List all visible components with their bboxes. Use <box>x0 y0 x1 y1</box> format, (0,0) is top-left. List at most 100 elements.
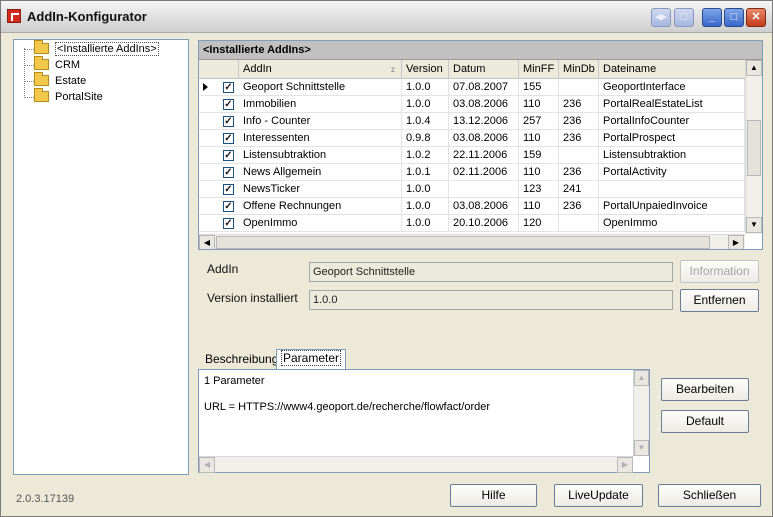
header-dateiname[interactable]: Dateiname <box>599 60 745 79</box>
cell-minff: 110 <box>519 130 559 147</box>
app-icon <box>7 9 21 23</box>
tree-item-estate[interactable]: Estate <box>34 72 86 89</box>
category-tree[interactable]: <Installierte AddIns> CRM Estate PortalS… <box>13 39 189 475</box>
cell-minff: 120 <box>519 215 559 232</box>
tree-item-installed-addins[interactable]: <Installierte AddIns> <box>34 40 159 57</box>
cell-mindb: 236 <box>559 164 599 181</box>
table-row[interactable]: ✓ Geoport Schnittstelle 1.0.0 07.08.2007 155… <box>199 79 745 96</box>
addins-grid[interactable]: <Installierte AddIns> AddIn z Version Dat… <box>198 40 763 250</box>
version-text: 2.0.3.17139 <box>16 493 75 505</box>
cell-mindb <box>559 147 599 164</box>
tree-item-portalsite[interactable]: PortalSite <box>34 88 103 105</box>
table-row[interactable]: ✓ News Allgemein 1.0.1 02.11.2006 110 236 Port… <box>199 164 745 181</box>
parameter-line[interactable]: URL = HTTPS://www4.geoport.de/recherche/… <box>204 401 490 413</box>
folder-icon <box>34 88 49 102</box>
enabled-checkbox[interactable]: ✓ <box>223 150 234 161</box>
enabled-checkbox[interactable]: ✓ <box>223 184 234 195</box>
help-context-icon: ◂▸ <box>651 8 671 27</box>
cell-minff: 110 <box>519 164 559 181</box>
close-dialog-button[interactable]: Schließen <box>658 484 761 507</box>
scroll-left-icon[interactable]: ◀ <box>199 457 215 473</box>
grid-caption: <Installierte AddIns> <box>199 41 762 60</box>
addin-field: Geoport Schnittstelle <box>309 262 673 282</box>
tree-item-crm[interactable]: CRM <box>34 56 80 73</box>
table-row[interactable]: ✓ NewsTicker 1.0.0 123 241 <box>199 181 745 198</box>
header-datum[interactable]: Datum <box>449 60 519 79</box>
cell-addin: OpenImmo <box>239 215 402 232</box>
cell-version: 1.0.4 <box>402 113 449 130</box>
folder-icon <box>34 40 49 54</box>
cell-mindb <box>559 215 599 232</box>
cell-version: 1.0.2 <box>402 147 449 164</box>
cell-version: 1.0.0 <box>402 198 449 215</box>
close-button[interactable]: ✕ <box>746 8 766 27</box>
table-row[interactable]: ✓ Interessenten 0.9.8 03.08.2006 110 236 Porta… <box>199 130 745 147</box>
liveupdate-button[interactable]: LiveUpdate <box>554 484 643 507</box>
cell-mindb: 241 <box>559 181 599 198</box>
default-button[interactable]: Default <box>661 410 749 433</box>
header-version[interactable]: Version <box>402 60 449 79</box>
cell-mindb: 236 <box>559 113 599 130</box>
help-button[interactable]: Hilfe <box>450 484 537 507</box>
title-bar[interactable]: AddIn-Konfigurator ◂▸ □ _ □ ✕ <box>1 1 772 33</box>
tab-parameter[interactable]: Parameter <box>276 349 347 370</box>
restore-disabled-icon: □ <box>674 8 694 27</box>
maximize-button[interactable]: □ <box>724 8 744 27</box>
scroll-up-icon[interactable]: ▲ <box>746 60 762 76</box>
table-row[interactable]: ✓ Offene Rechnungen 1.0.0 03.08.2006 110 236 P… <box>199 198 745 215</box>
cell-addin: Interessenten <box>239 130 402 147</box>
table-row[interactable]: ✓ Listensubtraktion 1.0.2 22.11.2006 159 List… <box>199 147 745 164</box>
parameter-horizontal-scrollbar[interactable]: ◀ ▶ <box>199 456 633 473</box>
parameter-count: 1 Parameter <box>204 375 265 387</box>
version-label: Version installiert <box>207 291 298 305</box>
scroll-right-icon[interactable]: ▶ <box>617 457 633 473</box>
scroll-down-icon[interactable]: ▼ <box>746 217 762 233</box>
cell-datum: 22.11.2006 <box>449 147 519 164</box>
grid-vertical-scrollbar[interactable]: ▲ ▼ <box>745 60 762 234</box>
minimize-button[interactable]: _ <box>702 8 722 27</box>
edit-button[interactable]: Bearbeiten <box>661 378 749 401</box>
header-addin[interactable]: AddIn z <box>239 60 402 79</box>
scroll-down-icon[interactable]: ▼ <box>634 440 649 456</box>
version-field: 1.0.0 <box>309 290 673 310</box>
addin-label: AddIn <box>207 262 239 276</box>
header-mindb[interactable]: MinDb <box>559 60 599 79</box>
information-button[interactable]: Information <box>680 260 759 283</box>
cell-dateiname: OpenImmo <box>599 215 745 232</box>
table-row[interactable]: ✓ Info - Counter 1.0.4 13.12.2006 257 236 Port… <box>199 113 745 130</box>
scroll-left-icon[interactable]: ◀ <box>199 235 215 249</box>
enabled-checkbox[interactable]: ✓ <box>223 133 234 144</box>
table-row[interactable]: ✓ OpenImmo 1.0.0 20.10.2006 120 OpenImmo <box>199 215 745 232</box>
table-row[interactable]: ✓ Immobilien 1.0.0 03.08.2006 110 236 PortalRe… <box>199 96 745 113</box>
enabled-checkbox[interactable]: ✓ <box>223 82 234 93</box>
header-minff[interactable]: MinFF <box>519 60 559 79</box>
enabled-checkbox[interactable]: ✓ <box>223 99 234 110</box>
vertical-scroll-thumb[interactable] <box>747 120 761 176</box>
cell-addin: Immobilien <box>239 96 402 113</box>
enabled-checkbox[interactable]: ✓ <box>223 218 234 229</box>
enabled-checkbox[interactable]: ✓ <box>223 167 234 178</box>
parameter-vertical-scrollbar[interactable]: ▲ ▼ <box>633 370 649 456</box>
window-title: AddIn-Konfigurator <box>27 9 147 24</box>
enabled-checkbox[interactable]: ✓ <box>223 201 234 212</box>
tab-beschreibung[interactable]: Beschreibung <box>201 351 282 369</box>
enabled-checkbox[interactable]: ✓ <box>223 116 234 127</box>
cell-version: 1.0.0 <box>402 181 449 198</box>
parameter-panel[interactable]: 1 Parameter URL = HTTPS://www4.geoport.d… <box>198 369 650 473</box>
scroll-right-icon[interactable]: ▶ <box>728 235 744 249</box>
header-indicator <box>199 60 239 79</box>
cell-minff: 123 <box>519 181 559 198</box>
cell-version: 1.0.1 <box>402 164 449 181</box>
cell-dateiname: PortalInfoCounter <box>599 113 745 130</box>
remove-button[interactable]: Entfernen <box>680 289 759 312</box>
grid-horizontal-scrollbar[interactable]: ◀ ▶ <box>199 234 745 249</box>
cell-minff: 257 <box>519 113 559 130</box>
horizontal-scroll-thumb[interactable] <box>216 236 710 249</box>
addin-configurator-window: AddIn-Konfigurator ◂▸ □ _ □ ✕ <Installie… <box>0 0 773 517</box>
cell-addin: NewsTicker <box>239 181 402 198</box>
cell-datum: 03.08.2006 <box>449 96 519 113</box>
cell-dateiname: Listensubtraktion <box>599 147 745 164</box>
cell-addin: Geoport Schnittstelle <box>239 79 402 96</box>
scroll-up-icon[interactable]: ▲ <box>634 370 649 386</box>
cell-minff: 159 <box>519 147 559 164</box>
